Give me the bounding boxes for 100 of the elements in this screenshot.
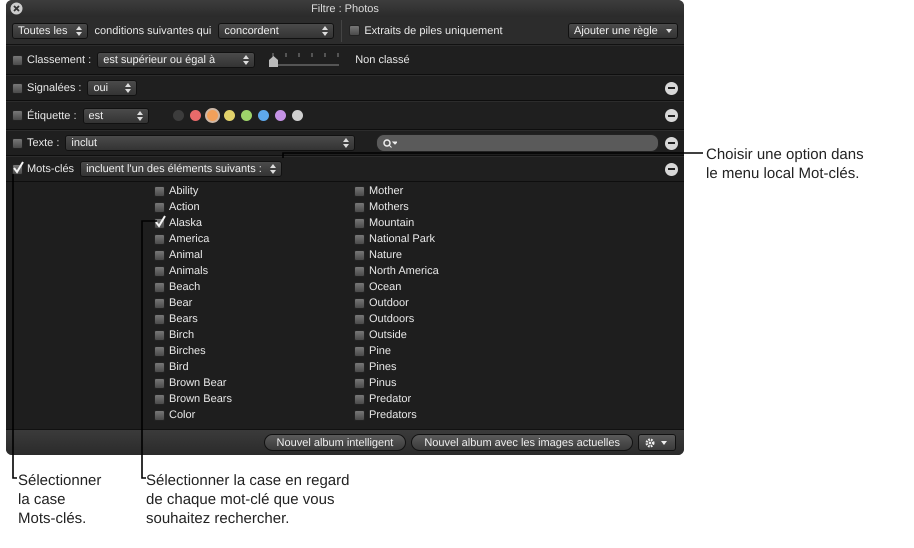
callout-text: Sélectionner la case Mots-clés.	[18, 471, 102, 528]
checkbox[interactable]	[354, 266, 365, 276]
callout-text: Choisir une option dans le menu local Mot-clés.	[706, 145, 864, 183]
search-icon	[383, 138, 398, 148]
updown-arrows-icon	[270, 164, 276, 174]
checkbox[interactable]	[154, 186, 165, 196]
keyword-popup[interactable]: incluent l'un des éléments suivants :	[80, 161, 282, 177]
checkbox[interactable]	[154, 202, 165, 212]
match-popup[interactable]: concordent	[218, 22, 334, 38]
color-dot[interactable]	[224, 110, 235, 121]
keyword-label: Predator	[369, 393, 412, 405]
checkbox[interactable]	[154, 410, 165, 420]
album-button[interactable]: Nouvel album intelligent	[264, 434, 406, 451]
color-dot[interactable]	[258, 110, 269, 121]
checkbox[interactable]	[154, 266, 165, 276]
label-popup[interactable]: est	[82, 108, 149, 124]
keyword-label: Mother	[369, 185, 404, 197]
keyword-label: Nature	[369, 249, 402, 261]
checkbox[interactable]	[154, 314, 165, 324]
slider-thumb[interactable]	[269, 56, 278, 67]
keyword-label: Color	[169, 409, 196, 421]
window-title: Filtre : Photos	[311, 2, 379, 14]
color-dot[interactable]	[190, 110, 201, 121]
checkbox[interactable]	[354, 234, 365, 244]
checkbox[interactable]	[154, 282, 165, 292]
keyword-label: Action	[169, 201, 200, 213]
keyword-label: Mountain	[369, 217, 414, 229]
remove-icon[interactable]	[665, 136, 678, 150]
checkbox[interactable]	[349, 25, 360, 36]
color-dot[interactable]	[206, 110, 218, 121]
updown-arrows-icon	[125, 83, 132, 93]
checkbox[interactable]	[354, 330, 365, 340]
checkbox[interactable]	[354, 186, 365, 196]
checkbox[interactable]	[154, 298, 165, 308]
checkbox[interactable]	[12, 164, 23, 174]
checkbox[interactable]	[154, 378, 165, 388]
checkbox[interactable]	[354, 314, 365, 324]
gear-icon	[645, 438, 655, 448]
checkbox[interactable]	[354, 362, 365, 372]
rating-slider[interactable]	[269, 51, 342, 69]
checkbox[interactable]	[154, 250, 165, 260]
checkbox[interactable]	[154, 234, 165, 244]
album-button[interactable]: Nouvel album avec les images actuelles	[411, 434, 633, 451]
color-dot[interactable]	[172, 110, 184, 121]
add-rule-popup[interactable]: Ajouter une règle	[568, 22, 678, 38]
conditions-text: conditions suivantes qui	[94, 24, 212, 36]
keyword-label: North America	[369, 265, 439, 277]
keyword-label: Ocean	[369, 281, 402, 293]
checkbox[interactable]	[354, 218, 365, 228]
action-menu-button[interactable]	[638, 434, 676, 451]
flag-popup[interactable]: oui	[87, 80, 138, 96]
text-popup[interactable]: inclut	[65, 135, 356, 151]
keyword-label: Mothers	[369, 201, 409, 213]
color-dot[interactable]	[240, 110, 252, 121]
checkbox[interactable]	[354, 282, 365, 292]
rule-label: Signalées :	[27, 82, 82, 94]
rating-popup[interactable]: est supérieur ou égal à	[97, 52, 256, 68]
callout-text: Sélectionner la case en regard de chaque mot-clé que vous souhaitez rechercher.	[146, 471, 350, 528]
checkbox[interactable]	[154, 394, 165, 404]
scope-popup[interactable]: Toutes les	[12, 22, 88, 38]
checkbox[interactable]	[12, 110, 23, 121]
checkbox[interactable]	[154, 218, 165, 228]
checkbox[interactable]	[354, 410, 365, 420]
updown-arrows-icon	[76, 26, 82, 36]
checkbox[interactable]	[12, 54, 23, 66]
checkbox[interactable]	[354, 250, 365, 260]
remove-icon[interactable]	[665, 109, 678, 122]
checkbox[interactable]	[354, 378, 365, 388]
search-field[interactable]	[376, 134, 659, 152]
keyword-label: Outdoor	[369, 297, 409, 309]
checkbox[interactable]	[12, 138, 23, 148]
keyword-label: Pine	[369, 345, 392, 357]
remove-icon[interactable]	[665, 162, 678, 176]
keyword-label: Animal	[169, 249, 203, 261]
color-dot[interactable]	[274, 110, 286, 121]
keyword-label: Pines	[369, 361, 397, 373]
checkbox[interactable]	[12, 82, 23, 94]
keyword-label: Bears	[169, 313, 198, 325]
checkbox[interactable]	[354, 394, 365, 404]
checkbox[interactable]	[154, 346, 165, 356]
checkbox[interactable]	[154, 362, 165, 372]
rule-label: Étiquette :	[27, 110, 77, 122]
remove-icon[interactable]	[665, 82, 678, 94]
keyword-label: Brown Bear	[169, 377, 226, 389]
rule-label: Texte :	[27, 137, 60, 149]
keyword-label: Alaska	[169, 217, 202, 229]
checkbox[interactable]	[154, 330, 165, 340]
checkbox[interactable]	[354, 298, 365, 308]
updown-arrows-icon	[136, 110, 143, 120]
keyword-label: Outside	[369, 329, 407, 341]
checkbox[interactable]	[354, 346, 365, 356]
keyword-label: Beach	[169, 281, 200, 293]
color-dot[interactable]	[292, 110, 303, 121]
keyword-label: Bird	[169, 361, 189, 373]
keyword-label: Ability	[169, 185, 198, 197]
keyword-label: Bear	[169, 297, 192, 309]
keyword-label: Outdoors	[369, 313, 414, 325]
rating-value: Non classé	[355, 54, 410, 66]
close-icon[interactable]	[10, 2, 23, 15]
checkbox[interactable]	[354, 202, 365, 212]
